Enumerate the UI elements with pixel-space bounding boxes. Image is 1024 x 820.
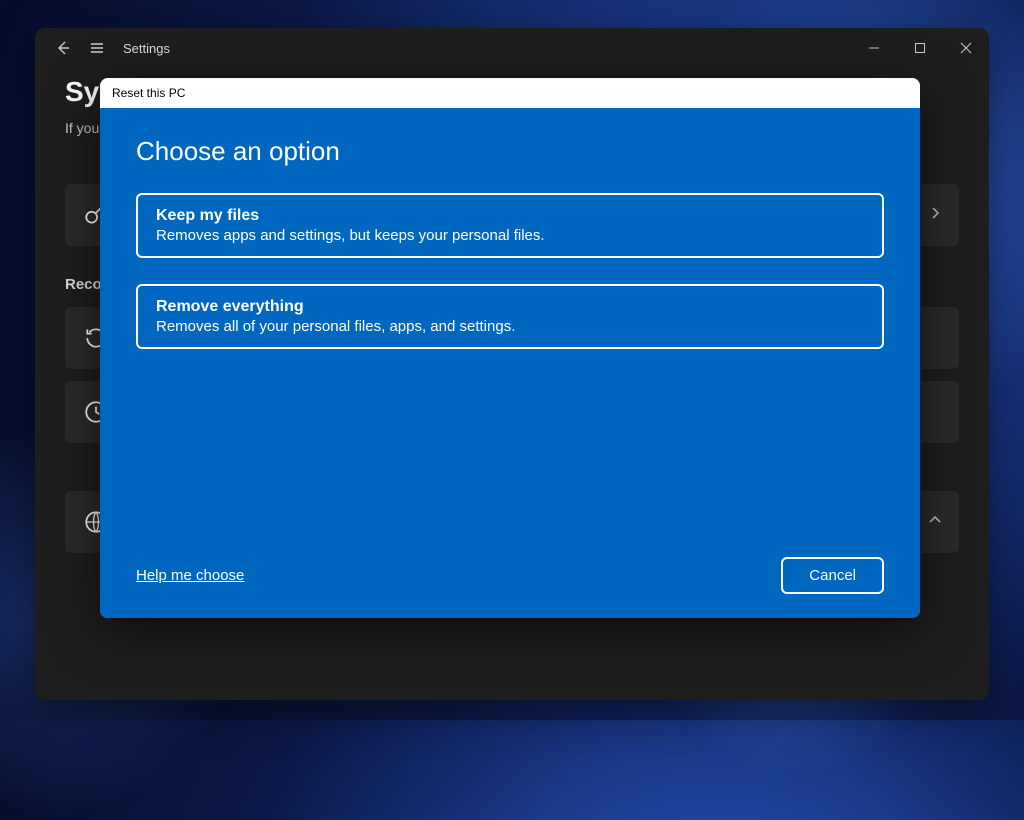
cancel-button[interactable]: Cancel bbox=[781, 557, 884, 594]
option-desc: Removes all of your personal files, apps… bbox=[156, 318, 864, 335]
menu-icon[interactable] bbox=[89, 40, 105, 56]
window-title: Settings bbox=[123, 41, 170, 56]
option-title: Keep my files bbox=[156, 207, 864, 225]
chevron-up-icon bbox=[929, 513, 941, 531]
maximize-button[interactable] bbox=[897, 28, 943, 68]
reset-pc-dialog: Reset this PC Choose an option Keep my f… bbox=[100, 78, 920, 618]
dialog-titlebar: Reset this PC bbox=[100, 78, 920, 108]
dialog-title: Reset this PC bbox=[112, 86, 185, 100]
minimize-button[interactable] bbox=[851, 28, 897, 68]
option-title: Remove everything bbox=[156, 298, 864, 316]
chevron-right-icon bbox=[929, 206, 941, 224]
option-desc: Removes apps and settings, but keeps you… bbox=[156, 227, 864, 244]
back-icon[interactable] bbox=[55, 40, 71, 56]
close-button[interactable] bbox=[943, 28, 989, 68]
window-titlebar: Settings bbox=[35, 28, 989, 68]
help-me-choose-link[interactable]: Help me choose bbox=[136, 567, 244, 584]
dialog-heading: Choose an option bbox=[136, 136, 884, 167]
option-keep-my-files[interactable]: Keep my files Removes apps and settings,… bbox=[136, 193, 884, 258]
option-remove-everything[interactable]: Remove everything Removes all of your pe… bbox=[136, 284, 884, 349]
